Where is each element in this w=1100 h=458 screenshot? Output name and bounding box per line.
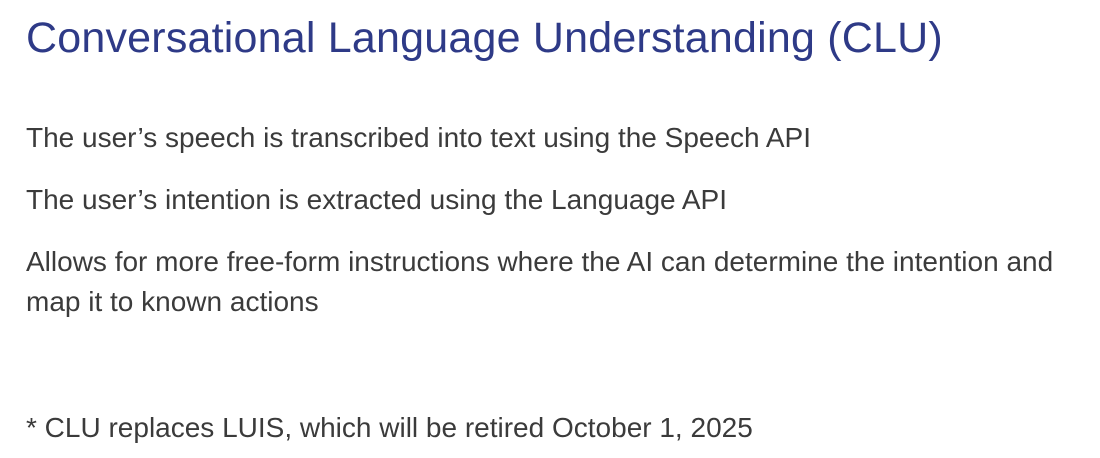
bullet-item: The user’s intention is extracted using … bbox=[26, 184, 727, 215]
bullet-list: The user’s speech is transcribed into te… bbox=[26, 118, 1088, 344]
bullet-item: The user’s speech is transcribed into te… bbox=[26, 122, 811, 153]
slide-title: Conversational Language Understanding (C… bbox=[26, 14, 943, 62]
bullet-item: Allows for more free-form instructions w… bbox=[26, 246, 1054, 317]
slide: Conversational Language Understanding (C… bbox=[0, 0, 1100, 458]
footnote: * CLU replaces LUIS, which will be retir… bbox=[26, 412, 753, 443]
